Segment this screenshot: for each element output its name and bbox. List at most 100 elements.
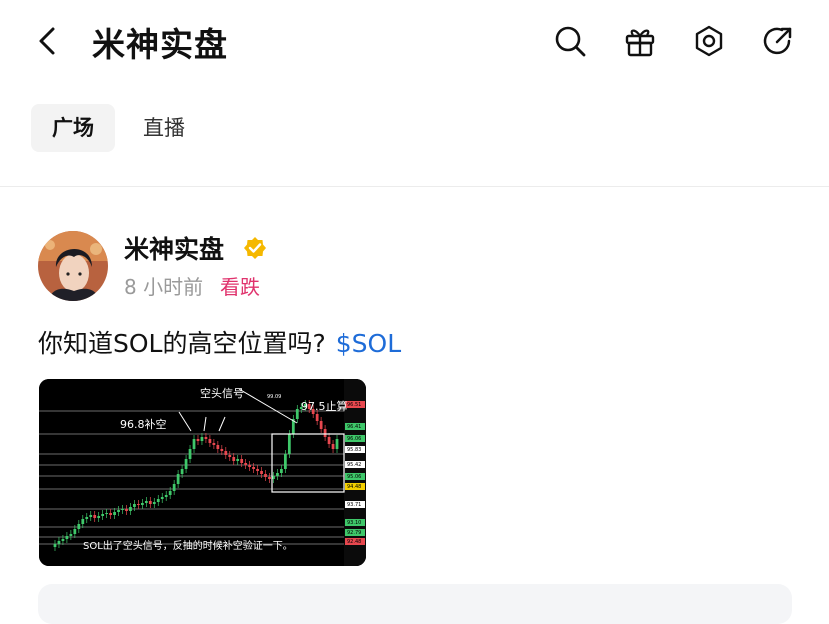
back-arrow-icon [39, 27, 55, 55]
candle-body [268, 477, 271, 479]
share-icon [763, 27, 792, 55]
signal-label: 空头信号 [200, 386, 244, 400]
candle-body [148, 501, 152, 504]
post-chart-image[interactable]: 96.51 96.41 96.06 95.83 95.42 95.06 94.48 93.71… [39, 379, 366, 566]
share-button[interactable] [759, 22, 797, 60]
author-name[interactable]: 米神实盘 [124, 230, 224, 266]
search-button[interactable] [551, 22, 589, 60]
candle-body [244, 463, 248, 465]
candle-body [315, 414, 319, 421]
page-title: 米神实盘 [92, 25, 228, 64]
entry-label: 96.8补空 [120, 417, 167, 431]
price-scale-label: 96.06 [347, 436, 361, 442]
price-scale-label: 95.42 [347, 462, 361, 468]
gift-icon [625, 29, 655, 57]
candle-body [89, 515, 93, 517]
price-scale-label: 95.83 [347, 447, 361, 453]
candle-body [85, 517, 89, 519]
candle-body [212, 443, 216, 445]
candle-body [176, 474, 180, 484]
tab-bar: 广场 直播 [0, 104, 829, 154]
candle-body [57, 541, 61, 544]
comment-card[interactable] [38, 584, 792, 624]
candle-body [53, 544, 57, 547]
tab-live[interactable]: 直播 [143, 104, 185, 152]
price-scale-label: 96.51 [347, 402, 361, 408]
sentiment-tag: 看跌 [220, 275, 260, 299]
candle-body [319, 421, 323, 429]
candle-body [220, 449, 224, 451]
candle-body [252, 467, 255, 469]
price-scale-label: 96.41 [347, 424, 361, 430]
settings-button[interactable] [690, 22, 728, 60]
peak-label: 99.09 [267, 394, 281, 400]
post-body: 你知道SOL的高空位置吗? $SOL [38, 324, 401, 360]
stop-label: 97.5止算 [301, 399, 348, 413]
price-scale-label: 92.48 [347, 539, 361, 545]
candle-body [121, 509, 124, 510]
candle-body [65, 536, 69, 539]
candle-body [228, 455, 232, 457]
candle-body [113, 512, 116, 515]
chart-caption: SOL出了空头信号，反抽的时候补空验证一下。 [83, 539, 293, 552]
candle-body [188, 449, 192, 459]
avatar-image [38, 231, 108, 301]
top-bar: 米神实盘 [0, 0, 829, 84]
candle-body [236, 459, 240, 461]
candle-body [331, 444, 335, 449]
candle-body [77, 524, 81, 529]
candle-body [69, 534, 73, 536]
candle-body [216, 445, 220, 449]
verified-badge-icon [243, 236, 267, 260]
ticker-link[interactable]: $SOL [336, 329, 401, 358]
avatar[interactable] [38, 231, 108, 301]
candle-body [287, 434, 291, 454]
tab-square[interactable]: 广场 [31, 104, 115, 152]
candle-body [137, 504, 140, 505]
candle-body [204, 437, 208, 439]
candle-body [248, 465, 252, 467]
candlestick-chart-picture: 96.51 96.41 96.06 95.83 95.42 95.06 94.48 93.71… [39, 379, 366, 566]
candle-body [105, 513, 109, 514]
post-text: 你知道SOL的高空位置吗? [38, 329, 326, 358]
candle-body [335, 439, 339, 449]
candle-body [81, 519, 85, 524]
candle-body [93, 515, 97, 518]
candle-body [260, 471, 263, 474]
candle-body [232, 457, 236, 461]
candle-body [168, 491, 172, 495]
candle-body [172, 484, 176, 491]
price-scale-label: 94.48 [347, 484, 361, 490]
candle-body [256, 469, 259, 471]
candle-body [192, 439, 196, 449]
candle-body [152, 502, 156, 504]
price-scale-label: 93.71 [347, 502, 361, 508]
candle-body [97, 516, 101, 518]
candle-body [224, 451, 228, 455]
candle-body [133, 504, 136, 507]
search-icon [555, 26, 586, 57]
candle-body [327, 437, 331, 444]
gift-button[interactable] [621, 22, 659, 60]
candle-body [208, 439, 212, 443]
candle-body [283, 454, 287, 469]
candle-body [144, 501, 148, 503]
section-divider [0, 186, 829, 187]
candle-body [101, 514, 105, 516]
candle-body [164, 495, 168, 497]
candle-body [125, 509, 128, 511]
back-button[interactable] [30, 22, 64, 60]
candle-body [264, 474, 267, 477]
candle-body [117, 510, 120, 512]
candle-body [61, 539, 65, 541]
post-time: 8 小时前 [124, 275, 204, 299]
candle-body [323, 429, 327, 437]
candle-body [140, 503, 144, 505]
price-scale-label: 93.10 [347, 520, 361, 526]
settings-hexagon-icon [695, 25, 723, 57]
candle-body [295, 409, 299, 419]
candle-body [129, 507, 132, 511]
candle-body [240, 459, 244, 463]
candle-body [184, 459, 188, 469]
candle-body [109, 513, 112, 515]
